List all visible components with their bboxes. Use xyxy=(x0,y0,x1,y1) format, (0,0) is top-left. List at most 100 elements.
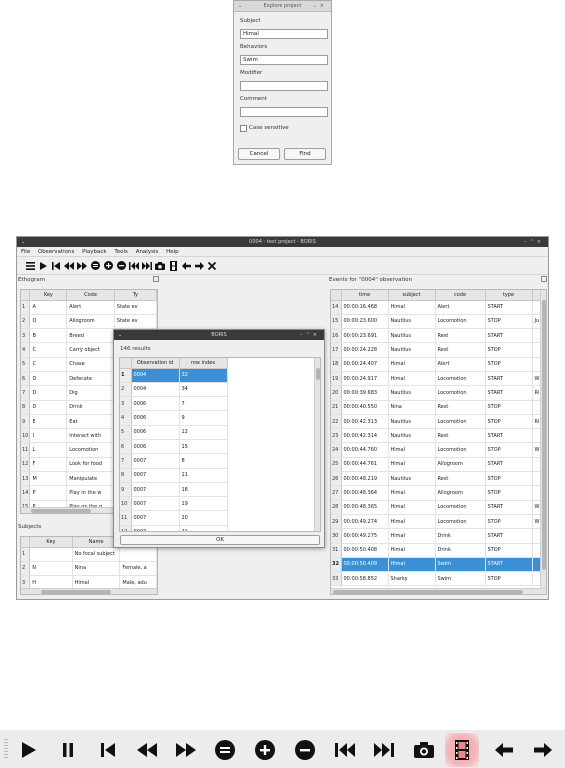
row-number[interactable]: 19 xyxy=(331,371,342,387)
window-controls[interactable]: –⌃× xyxy=(524,237,544,247)
row-number[interactable]: 15 xyxy=(331,314,342,330)
result-row[interactable]: 9 0007 18 xyxy=(120,482,228,498)
row-number[interactable]: 22 xyxy=(331,414,342,430)
event-row[interactable]: 27 00:00:48.364 Himal Allogroom STOP xyxy=(331,485,541,501)
subjects-hscroll[interactable] xyxy=(21,588,157,594)
fast-forward-icon[interactable] xyxy=(175,739,197,761)
menu-list-icon[interactable] xyxy=(25,261,35,271)
row-number[interactable]: 5 xyxy=(120,425,132,440)
rewind-icon[interactable] xyxy=(136,739,158,761)
result-row[interactable]: 12000721 xyxy=(120,525,228,531)
menu-analysis[interactable]: Analysis xyxy=(136,249,159,255)
row-number[interactable]: 2 xyxy=(21,314,31,330)
row-number[interactable]: 21 xyxy=(331,400,342,415)
row-number[interactable]: 5 xyxy=(21,357,31,372)
result-row[interactable]: 10 0007 19 xyxy=(120,496,228,512)
menu-observations[interactable]: Observations xyxy=(38,249,74,255)
row-number[interactable]: 1 xyxy=(21,300,31,315)
row-number[interactable]: 1 xyxy=(21,547,31,562)
row-number[interactable]: 10 xyxy=(120,496,132,512)
arrow-right-icon[interactable] xyxy=(194,261,204,271)
row-number[interactable]: 11 xyxy=(21,442,31,458)
camera-icon[interactable] xyxy=(413,739,435,761)
toolbar-grip-handle[interactable] xyxy=(4,739,8,759)
row-number[interactable]: 6 xyxy=(21,371,31,387)
frame-step-icon[interactable] xyxy=(90,261,100,271)
row-number[interactable]: 29 xyxy=(331,514,342,530)
event-row[interactable]: 30 00:00:49.275 Himal Drink START xyxy=(331,528,541,544)
close-x-icon[interactable] xyxy=(207,261,217,271)
ethogram-header-type[interactable]: Ty xyxy=(114,290,157,301)
row-number[interactable]: 17 xyxy=(331,342,342,358)
menu-file[interactable]: File xyxy=(21,249,30,255)
events-header-type[interactable]: type xyxy=(485,290,533,301)
pause-icon[interactable] xyxy=(57,739,79,761)
row-number[interactable]: 2 xyxy=(120,382,132,398)
subject-row[interactable]: 1 No focal subject xyxy=(21,547,157,562)
rewind-icon[interactable] xyxy=(64,261,74,271)
film-icon[interactable] xyxy=(445,733,479,767)
subject-input[interactable]: Himal xyxy=(240,29,328,39)
result-row[interactable]: 7 0007 8 xyxy=(120,453,228,469)
event-row[interactable]: 31 00:00:50.408 Himal Drink STOP xyxy=(331,543,541,558)
next-media-icon[interactable] xyxy=(373,739,395,761)
event-row[interactable]: 14 00:00:16.468 Himal Alert START xyxy=(331,300,541,315)
event-row[interactable]: 21 00:00:40.550 Nina Rest STOP xyxy=(331,400,541,415)
cancel-button[interactable]: Cancel xyxy=(238,148,280,160)
find-button[interactable]: Find xyxy=(284,148,326,160)
event-row[interactable]: 29 00:00:49.274 Himal Locomotion STOP W xyxy=(331,514,541,530)
row-number[interactable]: 33 xyxy=(331,571,342,587)
row-number[interactable]: 13 xyxy=(21,471,31,487)
event-row[interactable]: 16 00:00:23.691 Nautilus Rest START xyxy=(331,328,541,344)
case-sensitive-checkbox[interactable] xyxy=(240,125,247,132)
explore-dialog-titlebar[interactable]: ⌄ Explore project ⌄× xyxy=(234,1,331,12)
result-row[interactable]: 8 0007 11 xyxy=(120,468,228,483)
subject-row[interactable]: 2 N Nina Female, a xyxy=(21,561,157,577)
frame-step-icon[interactable] xyxy=(214,739,236,761)
event-row[interactable]: 17 00:00:24.228 Nautilus Rest STOP xyxy=(331,342,541,358)
row-number[interactable]: 12 xyxy=(21,457,31,473)
row-number[interactable]: 9 xyxy=(21,414,31,430)
results-header-observation-id[interactable]: Observation id xyxy=(131,358,180,369)
comment-input[interactable] xyxy=(240,107,328,117)
event-row[interactable]: 15 00:00:23.600 Nautilus Locomotion STOP Ju xyxy=(331,314,541,330)
event-row[interactable]: 22 00:00:42.313 Nautilus Locomotion STOP Ri xyxy=(331,414,541,430)
event-row[interactable]: 28 00:00:48.365 Himal Locomotion START W xyxy=(331,500,541,515)
film-icon[interactable] xyxy=(168,260,178,271)
speed-up-icon[interactable] xyxy=(254,739,276,761)
ethogram-header-code[interactable]: Code xyxy=(66,290,115,301)
speed-up-icon[interactable] xyxy=(103,261,113,271)
row-number[interactable]: 4 xyxy=(120,410,132,426)
events-header-code[interactable]: code xyxy=(435,290,486,301)
events-hscroll[interactable] xyxy=(331,588,546,594)
row-number[interactable]: 3 xyxy=(21,328,31,344)
play-icon[interactable] xyxy=(17,739,39,761)
row-number[interactable]: 2 xyxy=(21,561,31,577)
next-media-icon[interactable] xyxy=(142,261,152,271)
result-row[interactable]: 5 0006 12 xyxy=(120,425,228,440)
ethogram-float-icon[interactable] xyxy=(153,276,159,282)
speed-down-icon[interactable] xyxy=(116,261,126,271)
window-menu-icon[interactable]: ⌄ xyxy=(21,237,25,247)
row-number[interactable]: 10 xyxy=(21,428,31,444)
window-controls[interactable]: –⌃× xyxy=(300,330,320,340)
event-row[interactable]: 20 00:00:39.683 Nautilus Locomotion START Ri xyxy=(331,385,541,401)
fast-forward-icon[interactable] xyxy=(77,261,87,271)
events-header-subject[interactable]: subject xyxy=(388,290,436,301)
results-titlebar[interactable]: ⌄ BORIS –⌃× xyxy=(114,330,324,340)
result-row[interactable]: 2 0004 34 xyxy=(120,382,228,398)
row-number[interactable]: 14 xyxy=(331,300,342,315)
result-row[interactable]: 1 0004 32 xyxy=(120,368,228,383)
event-row[interactable]: 32 00:00:50.409 Himal Swim START xyxy=(331,557,541,573)
ethogram-row[interactable]: 1 A Alert State ev xyxy=(21,300,157,315)
case-sensitive-label[interactable]: Case sensitive xyxy=(249,125,289,131)
result-row[interactable]: 3 0006 7 xyxy=(120,396,228,412)
row-number[interactable]: 6 xyxy=(120,439,132,455)
window-controls[interactable]: ⌄× xyxy=(313,1,327,12)
row-number[interactable]: 31 xyxy=(331,543,342,558)
row-number[interactable]: 4 xyxy=(21,342,31,358)
event-row[interactable]: 33 00:00:58.852 Sharky Swim STOP xyxy=(331,571,541,587)
event-row[interactable]: 19 00:00:24.917 Himal Locomotion START W xyxy=(331,371,541,387)
row-number[interactable]: 11 xyxy=(120,510,132,526)
row-number[interactable]: 7 xyxy=(120,453,132,469)
